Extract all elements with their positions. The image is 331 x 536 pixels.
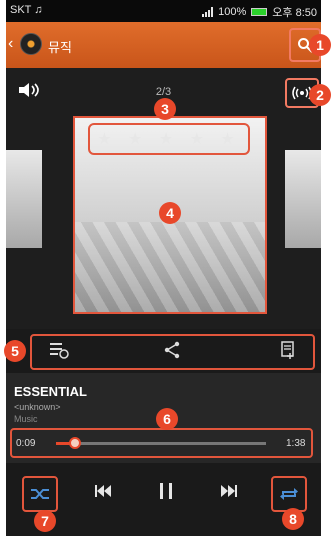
share-icon xyxy=(164,341,180,359)
seek-bar[interactable] xyxy=(56,437,266,449)
carrier-label: SKT ♫ xyxy=(10,4,43,16)
elapsed-time: 0:09 xyxy=(16,438,36,449)
pause-icon xyxy=(160,483,172,499)
clock: 오후 8:50 xyxy=(272,7,317,19)
callout-5: 5 xyxy=(4,340,26,362)
callout-7: 7 xyxy=(34,510,56,532)
callout-1: 1 xyxy=(309,34,331,56)
seek-thumb[interactable] xyxy=(68,437,81,449)
app-bar: ‹ 뮤직 xyxy=(6,22,321,68)
artist-name: <unknown> xyxy=(14,402,61,412)
music-player-screen: SKT ♫ 100% 오후 8:50 ‹ 뮤직 2/3 ★ ★ ★ ★ ★ ES… xyxy=(6,0,321,536)
total-time: 1:38 xyxy=(286,438,306,449)
details-icon xyxy=(281,341,294,359)
battery-icon xyxy=(251,8,268,16)
next-album-art[interactable] xyxy=(285,150,321,248)
playlist-add-icon xyxy=(50,343,69,359)
add-to-playlist-button[interactable] xyxy=(49,341,69,364)
next-icon xyxy=(221,485,237,497)
callout-6: 6 xyxy=(156,408,178,430)
share-button[interactable] xyxy=(163,341,181,364)
rating-stars[interactable]: ★ ★ ★ ★ ★ xyxy=(88,123,250,155)
next-button[interactable] xyxy=(220,482,238,503)
shuffle-icon xyxy=(31,489,49,499)
status-right: 100% 오후 8:50 xyxy=(202,4,317,20)
callout-2: 2 xyxy=(309,84,331,106)
previous-icon xyxy=(95,485,111,497)
music-disc-icon[interactable] xyxy=(20,33,42,55)
previous-button[interactable] xyxy=(94,482,112,503)
battery-percent: 100% xyxy=(218,6,247,18)
callout-4: 4 xyxy=(159,202,181,224)
callout-3: 3 xyxy=(154,98,176,120)
album-name: Music xyxy=(14,414,38,424)
shuffle-button[interactable] xyxy=(22,476,58,512)
song-title: ESSENTIAL xyxy=(14,384,87,399)
signal-icon xyxy=(202,7,214,17)
pause-button[interactable] xyxy=(159,482,173,505)
repeat-button[interactable] xyxy=(271,476,307,512)
status-bar: SKT ♫ 100% 오후 8:50 xyxy=(6,0,321,22)
repeat-icon xyxy=(280,488,298,500)
app-title: 뮤직 xyxy=(48,40,72,55)
callout-8: 8 xyxy=(282,508,304,530)
details-button[interactable] xyxy=(280,341,296,364)
previous-album-art[interactable] xyxy=(6,150,42,248)
back-icon[interactable]: ‹ xyxy=(8,35,13,53)
track-counter: 2/3 xyxy=(155,86,172,98)
album-art-pattern xyxy=(75,222,265,312)
